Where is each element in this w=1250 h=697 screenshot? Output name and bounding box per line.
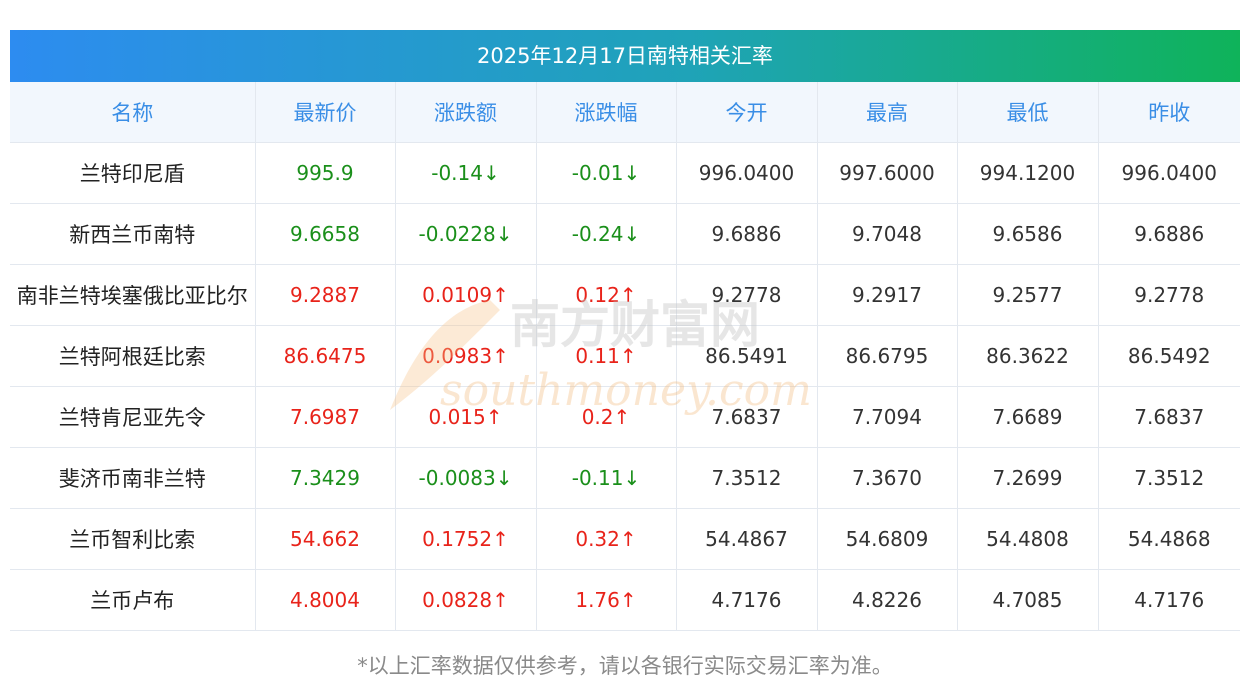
cell-low: 86.3622	[956, 325, 1099, 387]
cell-change: 0.0983↑	[394, 325, 537, 387]
cell-low: 994.1200	[956, 142, 1099, 204]
header-name: 名称	[10, 82, 256, 143]
cell-high: 7.7094	[816, 386, 958, 448]
table-title: 2025年12月17日南特相关汇率	[10, 30, 1240, 82]
disclaimer-footnote: *以上汇率数据仅供参考，请以各银行实际交易汇率为准。	[357, 654, 893, 678]
cell-open: 9.6886	[675, 203, 818, 265]
cell-open: 9.2778	[675, 264, 818, 326]
cell-latest: 7.6987	[254, 386, 396, 448]
table-row: 新西兰币南特 9.6658 -0.0228↓ -0.24↓ 9.6886 9.7…	[10, 203, 1240, 265]
cell-name[interactable]: 兰特肯尼亚先令	[10, 386, 256, 448]
cell-open: 996.0400	[675, 142, 818, 204]
cell-name[interactable]: 南非兰特埃塞俄比亚比尔	[10, 264, 256, 326]
cell-name[interactable]: 兰币智利比索	[10, 508, 256, 570]
cell-low: 7.6689	[956, 386, 1099, 448]
cell-latest: 4.8004	[254, 569, 396, 631]
cell-latest: 9.2887	[254, 264, 396, 326]
cell-low: 7.2699	[956, 447, 1099, 509]
cell-name[interactable]: 新西兰币南特	[10, 203, 256, 265]
cell-latest: 9.6658	[254, 203, 396, 265]
cell-change-pct: 0.32↑	[535, 508, 677, 570]
cell-name[interactable]: 斐济币南非兰特	[10, 447, 256, 509]
cell-high: 7.3670	[816, 447, 958, 509]
cell-open: 86.5491	[675, 325, 818, 387]
cell-name[interactable]: 兰特印尼盾	[10, 142, 256, 204]
cell-high: 4.8226	[816, 569, 958, 631]
cell-change-pct: -0.01↓	[535, 142, 677, 204]
cell-high: 997.6000	[816, 142, 958, 204]
cell-prev-close: 4.7176	[1097, 569, 1240, 631]
cell-change: -0.14↓	[394, 142, 537, 204]
cell-change-pct: 1.76↑	[535, 569, 677, 631]
table-row: 兰币卢布 4.8004 0.0828↑ 1.76↑ 4.7176 4.8226 …	[10, 569, 1240, 631]
cell-prev-close: 54.4868	[1097, 508, 1240, 570]
header-open: 今开	[675, 82, 818, 143]
table-row: 兰币智利比索 54.662 0.1752↑ 0.32↑ 54.4867 54.6…	[10, 508, 1240, 570]
header-change: 涨跌额	[394, 82, 537, 143]
cell-low: 9.6586	[956, 203, 1099, 265]
cell-change-pct: 0.2↑	[535, 386, 677, 448]
cell-name[interactable]: 兰特阿根廷比索	[10, 325, 256, 387]
header-latest: 最新价	[254, 82, 396, 143]
exchange-rate-table: 名称 最新价 涨跌额 涨跌幅 今开 最高 最低 昨收 兰特印尼盾 995.9 -…	[10, 82, 1240, 631]
cell-high: 86.6795	[816, 325, 958, 387]
cell-high: 9.7048	[816, 203, 958, 265]
table-row: 斐济币南非兰特 7.3429 -0.0083↓ -0.11↓ 7.3512 7.…	[10, 447, 1240, 509]
cell-change: 0.0109↑	[394, 264, 537, 326]
header-row: 名称 最新价 涨跌额 涨跌幅 今开 最高 最低 昨收	[10, 82, 1240, 143]
cell-open: 54.4867	[675, 508, 818, 570]
header-change-pct: 涨跌幅	[535, 82, 677, 143]
cell-prev-close: 7.3512	[1097, 447, 1240, 509]
page: 2025年12月17日南特相关汇率 名称 最新价 涨跌额 涨跌幅 今开 最高 最…	[0, 0, 1250, 697]
cell-open: 4.7176	[675, 569, 818, 631]
cell-high: 9.2917	[816, 264, 958, 326]
table-row: 兰特肯尼亚先令 7.6987 0.015↑ 0.2↑ 7.6837 7.7094…	[10, 386, 1240, 448]
cell-latest: 995.9	[254, 142, 396, 204]
cell-prev-close: 86.5492	[1097, 325, 1240, 387]
cell-change: -0.0083↓	[394, 447, 537, 509]
cell-change: -0.0228↓	[394, 203, 537, 265]
cell-high: 54.6809	[816, 508, 958, 570]
cell-change-pct: -0.24↓	[535, 203, 677, 265]
cell-prev-close: 996.0400	[1097, 142, 1240, 204]
cell-low: 54.4808	[956, 508, 1099, 570]
table-row: 南非兰特埃塞俄比亚比尔 9.2887 0.0109↑ 0.12↑ 9.2778 …	[10, 264, 1240, 326]
cell-change-pct: -0.11↓	[535, 447, 677, 509]
header-prev-close: 昨收	[1097, 82, 1240, 143]
cell-name[interactable]: 兰币卢布	[10, 569, 256, 631]
header-low: 最低	[956, 82, 1099, 143]
cell-low: 9.2577	[956, 264, 1099, 326]
cell-change: 0.015↑	[394, 386, 537, 448]
table-row: 兰特印尼盾 995.9 -0.14↓ -0.01↓ 996.0400 997.6…	[10, 142, 1240, 204]
cell-prev-close: 9.6886	[1097, 203, 1240, 265]
cell-latest: 54.662	[254, 508, 396, 570]
cell-change-pct: 0.12↑	[535, 264, 677, 326]
cell-change: 0.0828↑	[394, 569, 537, 631]
cell-latest: 86.6475	[254, 325, 396, 387]
header-high: 最高	[816, 82, 958, 143]
cell-latest: 7.3429	[254, 447, 396, 509]
cell-prev-close: 7.6837	[1097, 386, 1240, 448]
table-row: 兰特阿根廷比索 86.6475 0.0983↑ 0.11↑ 86.5491 86…	[10, 325, 1240, 387]
cell-open: 7.3512	[675, 447, 818, 509]
cell-change-pct: 0.11↑	[535, 325, 677, 387]
cell-low: 4.7085	[956, 569, 1099, 631]
cell-open: 7.6837	[675, 386, 818, 448]
cell-change: 0.1752↑	[394, 508, 537, 570]
cell-prev-close: 9.2778	[1097, 264, 1240, 326]
